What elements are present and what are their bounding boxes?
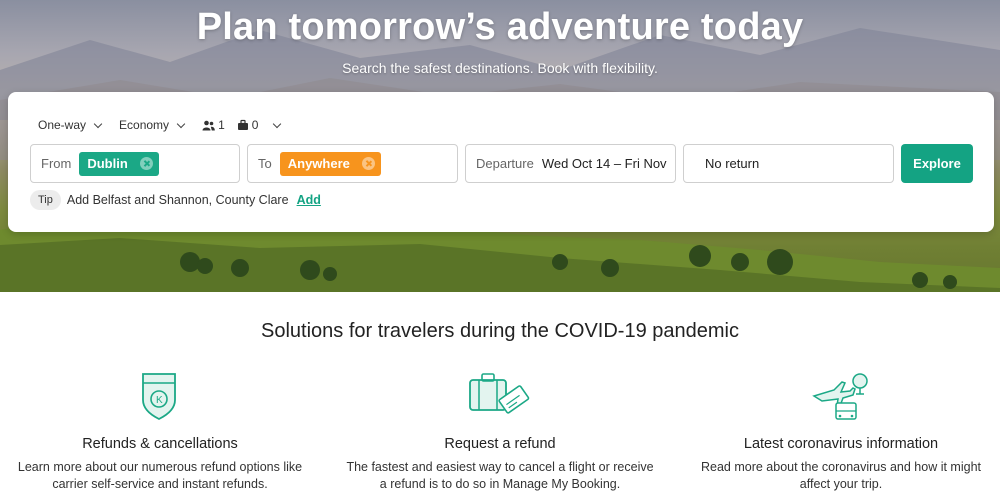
hero-subtitle: Search the safest destinations. Book wit…	[342, 60, 658, 76]
origin-label: From	[41, 156, 72, 171]
destination-label: To	[258, 156, 272, 171]
request-refund-desc-line2: a refund is to do so in Manage My Bookin…	[379, 477, 621, 491]
chevron-down-icon	[273, 119, 282, 128]
flight-search-card: One-way Economy 1 0 From Dublin To Anywh…	[8, 92, 994, 232]
remove-destination-icon[interactable]	[361, 157, 375, 170]
luggage-ticket-icon	[469, 373, 530, 414]
tip-text: Add Belfast and Shannon, County Clare	[66, 193, 289, 207]
tip-add-link[interactable]: Add	[297, 193, 321, 207]
bags-count-value: 0	[251, 118, 259, 132]
chevron-down-icon	[176, 119, 186, 128]
refunds-title: Refunds & cancellations	[82, 436, 238, 452]
adults-count-value: 1	[218, 118, 225, 132]
departure-date-field[interactable]: Departure Wed Oct 14 – Fri Nov 13	[465, 144, 676, 183]
destination-chip: Anywhere	[279, 151, 381, 176]
departure-label: Departure	[476, 156, 534, 171]
return-date-field[interactable]: No return	[683, 144, 894, 183]
request-refund-desc-line1: The fastest and easiest way to cancel a …	[346, 460, 654, 474]
covid-section-title: Solutions for travelers during the COVID…	[260, 320, 739, 342]
request-refund-description: The fastest and easiest way to cancel a …	[345, 459, 655, 493]
origin-field[interactable]: From Dublin	[30, 144, 240, 183]
svg-text:K: K	[156, 395, 163, 406]
hero-title: Plan tomorrow’s adventure today	[196, 6, 804, 48]
refunds-column: K Refunds & cancellations Learn more abo…	[5, 370, 315, 493]
refunds-description: Learn more about our numerous refund opt…	[5, 459, 315, 493]
coronavirus-info-desc-line2: affect your trip.	[799, 477, 883, 491]
origin-chip: Dublin	[79, 151, 159, 176]
cabin-class-dropdown[interactable]: Economy	[119, 118, 186, 132]
coronavirus-info-desc-line1: Read more about the coronavirus and how …	[700, 460, 982, 474]
bags-count: 0	[237, 118, 259, 132]
search-options-row: One-way Economy 1 0	[38, 118, 298, 132]
travel-info-icon	[812, 373, 868, 420]
origin-value: Dublin	[87, 156, 128, 171]
trip-type-label: One-way	[38, 118, 87, 132]
tip-row: Tip Add Belfast and Shannon, County Clar…	[30, 190, 321, 210]
destination-field[interactable]: To Anywhere	[247, 144, 458, 183]
refunds-desc-line2: carrier self-service and instant refunds…	[52, 477, 268, 491]
refund-shield-icon: K	[142, 373, 176, 421]
destination-value: Anywhere	[287, 156, 350, 171]
adults-count: 1	[202, 118, 225, 132]
coronavirus-info-column: Latest coronavirus information Read more…	[686, 370, 996, 493]
coronavirus-info-title: Latest coronavirus information	[743, 436, 939, 452]
request-refund-column: Request a refund The fastest and easiest…	[345, 370, 655, 493]
remove-origin-icon[interactable]	[139, 157, 153, 170]
trip-type-dropdown[interactable]: One-way	[38, 118, 103, 132]
cabin-class-label: Economy	[119, 118, 170, 132]
return-value: No return	[705, 156, 760, 171]
bag-icon	[237, 119, 248, 130]
departure-value: Wed Oct 14 – Fri Nov 13	[541, 156, 668, 171]
passengers-dropdown[interactable]: 1 0	[202, 118, 282, 132]
request-refund-title: Request a refund	[444, 436, 556, 452]
person-icon	[202, 120, 215, 130]
coronavirus-info-description: Read more about the coronavirus and how …	[686, 459, 996, 493]
tip-badge: Tip	[30, 190, 61, 210]
refunds-desc-line1: Learn more about our numerous refund opt…	[17, 460, 303, 474]
explore-button[interactable]: Explore	[901, 144, 973, 183]
chevron-down-icon	[93, 119, 103, 128]
